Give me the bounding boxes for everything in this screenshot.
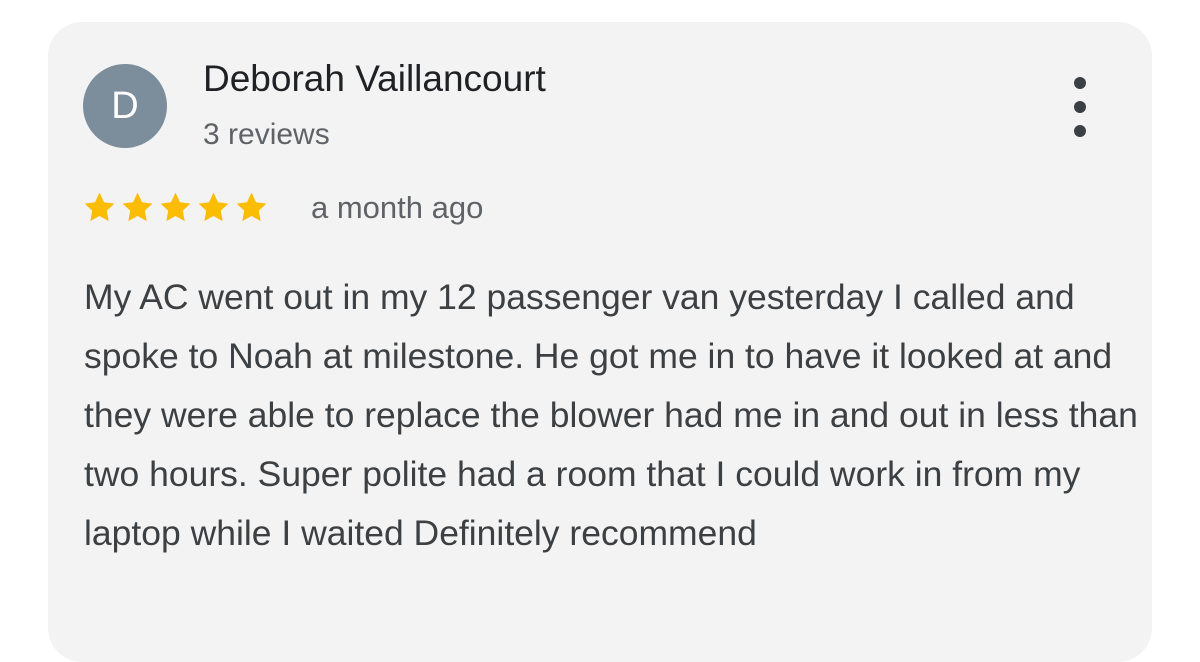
star-icon <box>84 192 115 222</box>
reviewer-name[interactable]: Deborah Vaillancourt <box>203 58 546 100</box>
more-vertical-icon-dot <box>1074 101 1086 113</box>
more-vertical-icon <box>1074 77 1086 89</box>
review-text: My AC went out in my 12 passenger van ye… <box>84 277 1138 553</box>
star-icon <box>160 192 191 222</box>
star-rating <box>82 190 269 228</box>
more-options-button[interactable] <box>1060 77 1100 137</box>
review-time: a month ago <box>311 190 484 225</box>
review-card: D Deborah Vaillancourt 3 reviews a month… <box>48 22 1152 662</box>
star-icon <box>236 192 267 222</box>
avatar[interactable]: D <box>83 64 167 148</box>
star-icon <box>122 192 153 222</box>
review-count: 3 reviews <box>203 118 330 151</box>
star-icon <box>198 192 229 222</box>
more-vertical-icon-dot <box>1074 125 1086 137</box>
